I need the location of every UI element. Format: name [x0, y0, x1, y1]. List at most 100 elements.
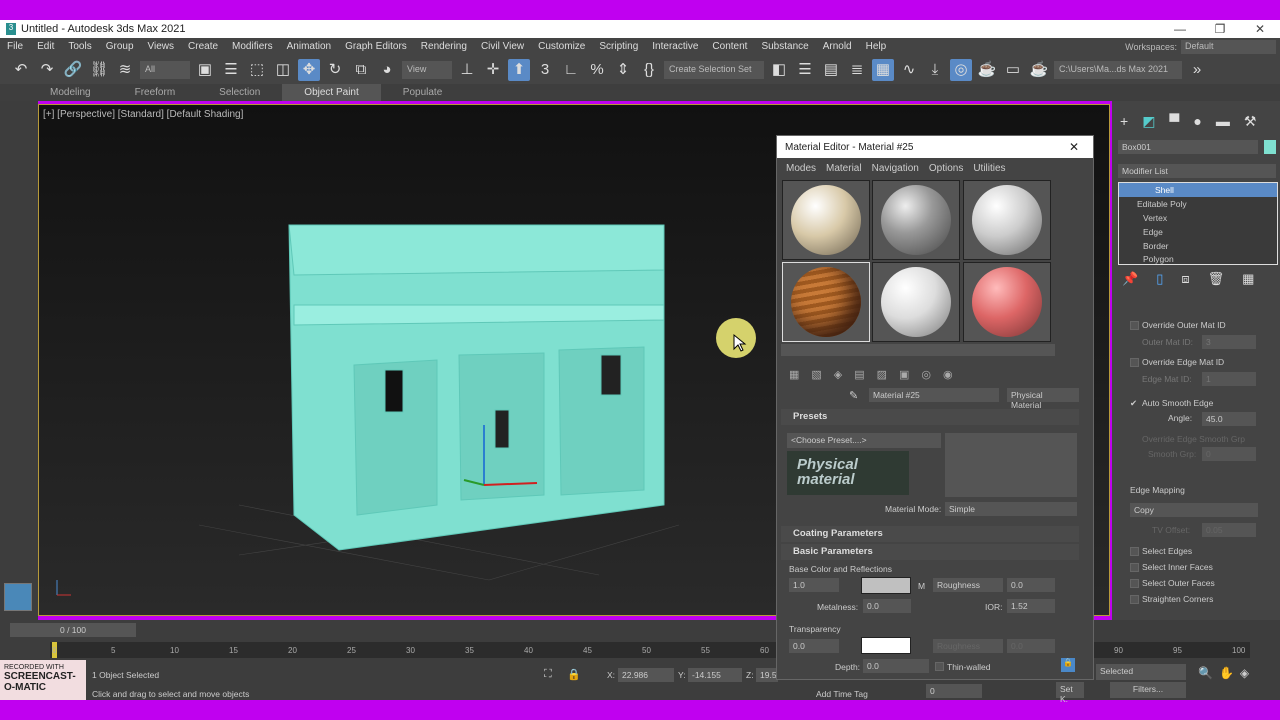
tv-offset-field[interactable]: 0.05 [1202, 523, 1256, 537]
eyedropper-icon[interactable]: ✎ [849, 389, 858, 402]
me-menu-options[interactable]: Options [924, 163, 968, 174]
link-icon[interactable]: 🔗 [62, 59, 84, 81]
tab-selection[interactable]: Selection [197, 84, 282, 101]
material-mode-dropdown[interactable]: Simple [945, 502, 1077, 516]
filters-button[interactable]: Filters... [1110, 682, 1186, 698]
tab-object-paint[interactable]: Object Paint [282, 84, 381, 101]
angle-snap-icon[interactable]: ∟ [560, 59, 582, 81]
menu-arnold[interactable]: Arnold [816, 41, 859, 52]
straighten-checkbox[interactable] [1130, 595, 1139, 604]
material-editor-icon[interactable]: ◎ [950, 58, 972, 81]
trans-roughness-dropdown[interactable]: Roughness [933, 639, 1003, 653]
move-icon[interactable]: ✥ [298, 58, 320, 81]
isolate-icon[interactable]: ⛶ [544, 668, 552, 681]
depth-field[interactable]: 0.0 [863, 659, 929, 673]
manipulate-icon[interactable]: ✛ [482, 59, 504, 81]
x-coordinate[interactable]: 22.986 [618, 668, 674, 682]
menu-content[interactable]: Content [705, 41, 754, 52]
lock-icon[interactable]: 🔒 [1061, 658, 1075, 672]
configure-sets-icon[interactable]: ▦ [1242, 271, 1254, 287]
stack-item-edge[interactable]: Edge [1119, 225, 1277, 239]
dope-sheet-icon[interactable]: ⤓ [924, 59, 946, 81]
menu-substance[interactable]: Substance [754, 41, 815, 52]
preset-dropdown[interactable]: <Choose Preset....> [787, 433, 941, 448]
roughness-field[interactable]: 0.0 [1007, 578, 1055, 592]
menu-edit[interactable]: Edit [30, 41, 61, 52]
me-menu-utilities[interactable]: Utilities [968, 163, 1010, 174]
material-editor-close[interactable]: ✕ [1069, 140, 1093, 154]
render-setup-icon[interactable]: ☕ [976, 59, 998, 81]
menu-group[interactable]: Group [99, 41, 141, 52]
viewport-layout-icon[interactable] [4, 583, 32, 611]
select-edges-checkbox[interactable] [1130, 547, 1139, 556]
menu-graph-editors[interactable]: Graph Editors [338, 41, 414, 52]
pin-stack-icon[interactable]: 📌 [1122, 271, 1138, 287]
current-frame-field[interactable]: 0 [926, 684, 982, 698]
stack-item-polygon[interactable]: Polygon [1119, 253, 1277, 265]
menu-rendering[interactable]: Rendering [414, 41, 474, 52]
hierarchy-tab-icon[interactable]: ▀ [1169, 113, 1179, 130]
slots-scrollbar[interactable] [781, 344, 1055, 356]
me-menu-material[interactable]: Material [821, 163, 867, 174]
menu-create[interactable]: Create [181, 41, 225, 52]
rendered-frame-icon[interactable]: ▭ [1002, 59, 1024, 81]
ribbon-toggle-icon[interactable]: ▦ [872, 58, 894, 81]
unlink-icon[interactable]: ⛓ [88, 59, 110, 81]
smooth-grp-field[interactable]: 0 [1202, 447, 1256, 461]
window-crossing-icon[interactable]: ◫ [272, 59, 294, 81]
display-tab-icon[interactable]: ▬ [1216, 113, 1230, 130]
add-time-tag[interactable]: Add Time Tag [816, 689, 868, 699]
select-object-icon[interactable]: ▣ [194, 59, 216, 81]
coating-rollout[interactable]: Coating Parameters [781, 526, 1079, 542]
menu-animation[interactable]: Animation [280, 41, 338, 52]
me-menu-navigation[interactable]: Navigation [867, 163, 924, 174]
make-unique-icon[interactable]: ⧈ [1181, 271, 1189, 287]
base-color-swatch[interactable] [861, 577, 911, 594]
mirror-icon[interactable]: ◧ [768, 59, 790, 81]
rect-selection-icon[interactable]: ⬚ [246, 59, 268, 81]
modify-tab-icon[interactable]: ◩ [1142, 113, 1155, 130]
restore-button[interactable]: ❐ [1200, 20, 1240, 38]
override-edge-checkbox[interactable] [1130, 358, 1139, 367]
ior-field[interactable]: 1.52 [1007, 599, 1055, 613]
selection-set-dropdown[interactable]: Create Selection Set [664, 60, 764, 79]
thin-walled-checkbox[interactable] [935, 662, 944, 671]
override-outer-checkbox[interactable] [1130, 321, 1139, 330]
tab-freeform[interactable]: Freeform [113, 84, 198, 101]
render-icon[interactable]: ☕ [1028, 59, 1050, 81]
basic-params-rollout[interactable]: Basic Parameters [781, 544, 1079, 560]
pivot-icon[interactable]: ⊥ [456, 59, 478, 81]
material-slot-2[interactable] [872, 180, 960, 260]
utilities-tab-icon[interactable]: ⚒ [1244, 113, 1257, 130]
material-slot-5[interactable] [872, 262, 960, 342]
named-selection-icon[interactable]: {} [638, 59, 660, 81]
select-inner-checkbox[interactable] [1130, 563, 1139, 572]
expand-toolbar-icon[interactable]: » [1186, 59, 1208, 81]
select-by-name-icon[interactable]: ☰ [220, 59, 242, 81]
menu-modifiers[interactable]: Modifiers [225, 41, 280, 52]
layer-explorer-icon[interactable]: ≣ [846, 59, 868, 81]
snap-icon[interactable]: 3 [534, 59, 556, 81]
create-tab-icon[interactable]: + [1120, 113, 1128, 130]
redo-icon[interactable]: ↷ [36, 59, 58, 81]
material-name-dropdown[interactable]: Material #25 [869, 388, 999, 402]
percent-snap-icon[interactable]: % [586, 59, 608, 81]
menu-scripting[interactable]: Scripting [592, 41, 645, 52]
modifier-list-dropdown[interactable]: Modifier List [1118, 164, 1276, 178]
material-slot-4[interactable] [782, 262, 870, 342]
roughness-dropdown[interactable]: Roughness [933, 578, 1003, 592]
material-slot-6[interactable] [963, 262, 1051, 342]
stack-item-vertex[interactable]: Vertex [1119, 211, 1277, 225]
y-coordinate[interactable]: -14.155 [688, 668, 742, 682]
stack-item-shell[interactable]: Shell [1119, 183, 1277, 197]
edge-mapping-dropdown[interactable]: Copy [1130, 503, 1258, 517]
menu-file[interactable]: File [0, 41, 30, 52]
remove-modifier-icon[interactable]: 🗑 [1208, 271, 1225, 287]
selection-filter-dropdown[interactable]: All [140, 60, 190, 79]
tab-modeling[interactable]: Modeling [28, 84, 113, 101]
lock-icon[interactable]: 🔒 [567, 668, 581, 681]
reference-coord-dropdown[interactable]: View [402, 60, 452, 79]
outer-mat-field[interactable]: 3 [1202, 335, 1256, 349]
me-menu-modes[interactable]: Modes [781, 163, 821, 174]
undo-icon[interactable]: ↶ [10, 59, 32, 81]
